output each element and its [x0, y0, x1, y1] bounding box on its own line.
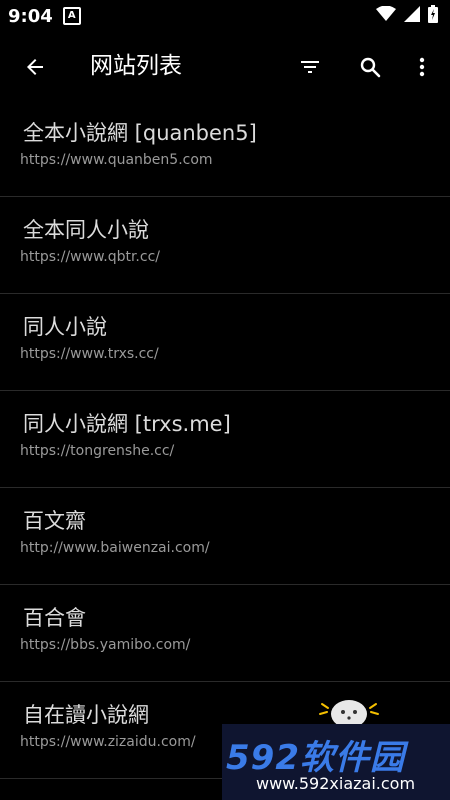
site-url: https://www.zizaidu.com/	[20, 734, 196, 750]
site-url: https://tongrenshe.cc/	[20, 443, 175, 459]
status-time: 9:04	[8, 5, 53, 27]
list-item[interactable]: 百合會 https://bbs.yamibo.com/	[0, 585, 450, 682]
site-name: 全本小說網 [quanben5]	[23, 121, 257, 145]
site-name: 同人小說	[23, 315, 107, 339]
more-vert-icon[interactable]	[405, 50, 439, 84]
site-name: 自在讀小說網	[23, 703, 149, 727]
site-name: 百文齋	[23, 509, 86, 533]
site-name: 同人小說網 [trxs.me]	[23, 412, 231, 436]
signal-icon	[404, 6, 420, 26]
status-bar: 9:04 A	[0, 0, 450, 32]
list-item[interactable]: 同人小說 https://www.trxs.cc/	[0, 294, 450, 391]
page-title: 网站列表	[90, 53, 182, 79]
watermark-url: www.592xiazai.com	[256, 774, 416, 793]
watermark-logo: 592软件园	[226, 738, 405, 778]
watermark: 592软件园 www.592xiazai.com	[222, 724, 450, 800]
site-list: 全本小說網 [quanben5] https://www.quanben5.co…	[0, 100, 450, 779]
list-item[interactable]: 同人小說網 [trxs.me] https://tongrenshe.cc/	[0, 391, 450, 488]
back-arrow-icon[interactable]	[18, 50, 52, 84]
site-url: https://www.trxs.cc/	[20, 346, 159, 362]
site-url: https://bbs.yamibo.com/	[20, 637, 191, 653]
notification-icon: A	[62, 7, 81, 25]
site-url: http://www.baiwenzai.com/	[20, 540, 210, 556]
list-item[interactable]: 全本小說網 [quanben5] https://www.quanben5.co…	[0, 100, 450, 197]
site-name: 全本同人小說	[23, 218, 149, 242]
battery-icon	[428, 5, 438, 27]
site-name: 百合會	[23, 606, 86, 630]
list-item[interactable]: 全本同人小說 https://www.qbtr.cc/	[0, 197, 450, 294]
site-url: https://www.qbtr.cc/	[20, 249, 160, 265]
site-url: https://www.quanben5.com	[20, 152, 213, 168]
list-item[interactable]: 百文齋 http://www.baiwenzai.com/	[0, 488, 450, 585]
filter-icon[interactable]	[293, 50, 327, 84]
search-icon[interactable]	[353, 50, 387, 84]
app-toolbar: 网站列表	[0, 32, 450, 100]
wifi-icon	[376, 5, 396, 26]
